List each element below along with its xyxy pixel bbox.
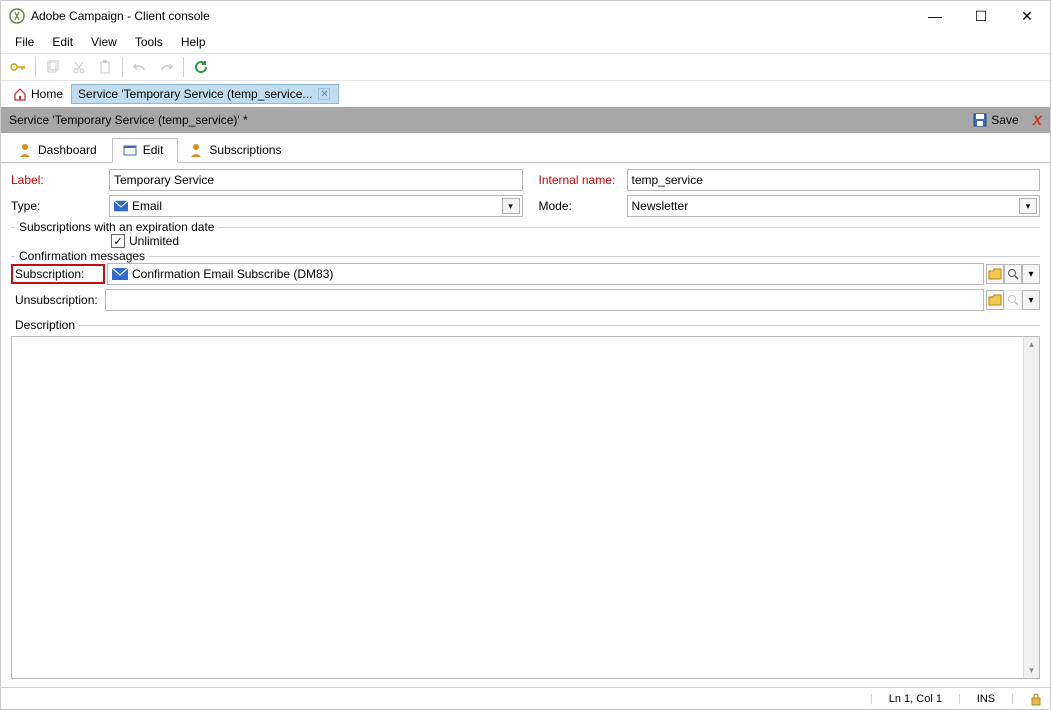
internal-name-input-value: temp_service	[632, 173, 703, 187]
tab-edit[interactable]: Edit	[112, 138, 179, 163]
lock-icon	[1030, 692, 1042, 706]
status-insert-mode: INS	[977, 693, 995, 705]
type-select-value: Email	[132, 199, 162, 213]
tab-subscriptions-label: Subscriptions	[209, 143, 281, 157]
subscription-dropdown-button[interactable]: ▾	[1022, 264, 1040, 284]
unlimited-label: Unlimited	[129, 234, 179, 248]
breadcrumb-bar: Home Service 'Temporary Service (temp_se…	[1, 81, 1050, 107]
label-label: Label:	[11, 173, 103, 187]
app-icon	[9, 8, 25, 24]
toolbar-copy-button[interactable]	[42, 56, 64, 78]
status-cursor-position: Ln 1, Col 1	[889, 693, 942, 705]
subscription-label: Subscription:	[11, 264, 105, 284]
unsubscription-dropdown-button[interactable]: ▾	[1022, 290, 1040, 310]
menu-help[interactable]: Help	[173, 33, 214, 51]
subscription-search-button[interactable]	[1004, 264, 1022, 284]
mode-label: Mode:	[539, 199, 621, 213]
unsubscription-browse-button[interactable]	[986, 290, 1004, 310]
person-icon	[189, 143, 203, 157]
internal-name-label: Internal name:	[539, 173, 621, 187]
unlimited-checkbox[interactable]: ✓	[111, 234, 125, 248]
toolbar	[1, 53, 1050, 81]
person-icon	[18, 143, 32, 157]
search-icon	[1007, 268, 1019, 280]
scroll-up-icon[interactable]: ▴	[1029, 339, 1034, 350]
breadcrumb-home-label: Home	[31, 87, 63, 101]
title-bar: Adobe Campaign - Client console — ☐ ✕	[1, 1, 1050, 31]
form-area: Label: Temporary Service Internal name: …	[1, 163, 1050, 687]
breadcrumb-tab[interactable]: Service 'Temporary Service (temp_service…	[71, 84, 339, 104]
unsubscription-input[interactable]	[105, 289, 984, 311]
tabs: Dashboard Edit Subscriptions	[1, 133, 1050, 163]
expiration-fieldset: Subscriptions with an expiration date ✓ …	[11, 227, 1040, 250]
confirmation-fieldset: Confirmation messages Subscription: Conf…	[11, 256, 1040, 317]
save-button[interactable]: Save	[967, 111, 1024, 129]
menu-tools[interactable]: Tools	[127, 33, 171, 51]
email-icon	[114, 200, 128, 212]
breadcrumb-tab-label: Service 'Temporary Service (temp_service…	[78, 87, 312, 101]
toolbar-cut-button[interactable]	[68, 56, 90, 78]
menu-bar: File Edit View Tools Help	[1, 31, 1050, 53]
toolbar-redo-button[interactable]	[155, 56, 177, 78]
toolbar-key-button[interactable]	[7, 56, 29, 78]
edit-icon	[123, 143, 137, 157]
subscription-browse-button[interactable]	[986, 264, 1004, 284]
scrollbar[interactable]: ▴ ▾	[1023, 337, 1039, 678]
window-title: Adobe Campaign - Client console	[31, 9, 912, 23]
home-icon	[13, 87, 27, 101]
type-select[interactable]: Email ▾	[109, 195, 523, 217]
expiration-legend: Subscriptions with an expiration date	[15, 220, 218, 234]
chevron-down-icon[interactable]: ▾	[1019, 198, 1037, 214]
scroll-down-icon[interactable]: ▾	[1029, 665, 1034, 676]
email-icon	[112, 268, 128, 280]
description-fieldset: Description ▴ ▾	[11, 325, 1040, 679]
content-close-button[interactable]: X	[1033, 112, 1042, 128]
description-legend: Description	[11, 318, 79, 332]
tab-dashboard-label: Dashboard	[38, 143, 97, 157]
content-header: Service 'Temporary Service (temp_service…	[1, 107, 1050, 133]
window-minimize-button[interactable]: —	[912, 1, 958, 31]
tab-subscriptions[interactable]: Subscriptions	[178, 138, 296, 163]
save-icon	[973, 113, 987, 127]
tab-edit-label: Edit	[143, 143, 164, 157]
description-textarea[interactable]: ▴ ▾	[11, 336, 1040, 679]
unsubscription-label: Unsubscription:	[11, 293, 105, 307]
mode-select-value: Newsletter	[632, 199, 689, 213]
status-bar: | Ln 1, Col 1 | INS |	[1, 687, 1050, 709]
toolbar-undo-button[interactable]	[129, 56, 151, 78]
toolbar-paste-button[interactable]	[94, 56, 116, 78]
folder-icon	[988, 268, 1002, 280]
menu-edit[interactable]: Edit	[44, 33, 81, 51]
tab-dashboard[interactable]: Dashboard	[7, 138, 112, 163]
label-input-value: Temporary Service	[114, 173, 214, 187]
mode-select[interactable]: Newsletter ▾	[627, 195, 1041, 217]
internal-name-input[interactable]: temp_service	[627, 169, 1041, 191]
save-button-label: Save	[991, 113, 1018, 127]
window-maximize-button[interactable]: ☐	[958, 1, 1004, 31]
subscription-input[interactable]: Confirmation Email Subscribe (DM83)	[107, 263, 984, 285]
unsubscription-search-button[interactable]	[1004, 290, 1022, 310]
search-icon	[1007, 294, 1019, 306]
breadcrumb-tab-close-icon[interactable]: ✕	[318, 88, 330, 100]
label-input[interactable]: Temporary Service	[109, 169, 523, 191]
content-title: Service 'Temporary Service (temp_service…	[9, 113, 967, 127]
menu-view[interactable]: View	[83, 33, 125, 51]
subscription-input-value: Confirmation Email Subscribe (DM83)	[132, 267, 333, 281]
chevron-down-icon[interactable]: ▾	[502, 198, 520, 214]
toolbar-refresh-button[interactable]	[190, 56, 212, 78]
confirmation-legend: Confirmation messages	[15, 249, 149, 263]
menu-file[interactable]: File	[7, 33, 42, 51]
breadcrumb-home[interactable]: Home	[7, 85, 69, 103]
window-close-button[interactable]: ✕	[1004, 1, 1050, 31]
folder-icon	[988, 294, 1002, 306]
type-label: Type:	[11, 199, 103, 213]
